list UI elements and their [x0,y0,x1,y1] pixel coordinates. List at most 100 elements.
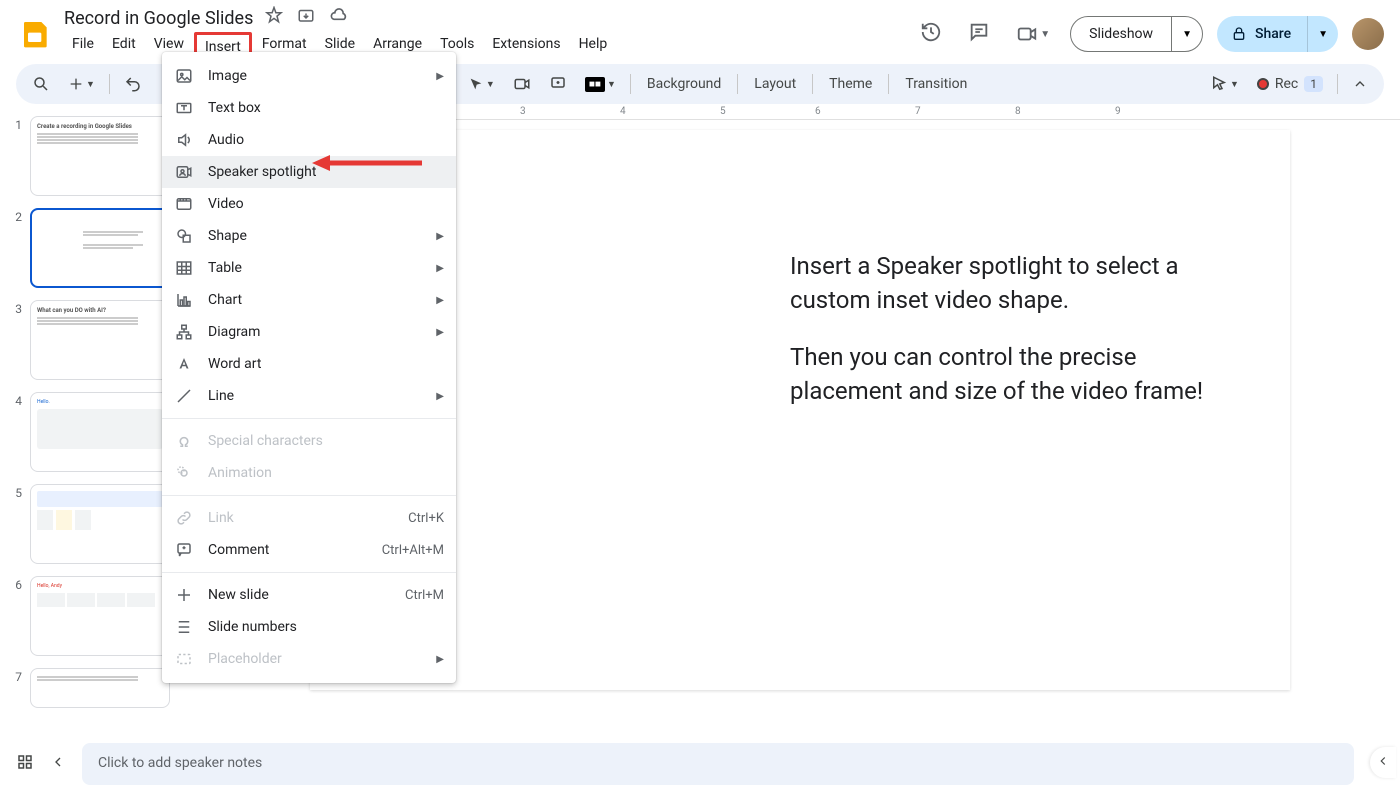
dd-diagram[interactable]: Diagram▶ [162,316,456,348]
dd-wordart[interactable]: Word art [162,348,456,380]
dd-textbox[interactable]: Text box [162,92,456,124]
specialchar-icon [174,431,194,451]
doc-title[interactable]: Record in Google Slides [64,8,253,29]
thumb-number: 6 [12,576,22,656]
textbox-icon [174,98,194,118]
transition-button[interactable]: Transition [895,70,977,98]
thumb-number: 5 [12,484,22,564]
menu-file[interactable]: File [64,32,102,62]
share-button: Share ▼ [1217,16,1338,52]
thumb-7[interactable] [30,668,170,708]
table-icon [174,258,194,278]
dd-comment[interactable]: CommentCtrl+Alt+M [162,534,456,566]
chevron-right-icon: ▶ [436,295,444,306]
background-button[interactable]: Background [637,70,731,98]
thumb-number: 2 [12,208,22,288]
menu-help[interactable]: Help [571,32,616,62]
thumb-5[interactable] [30,484,170,564]
slide-paragraph-2: Then you can control the precise placeme… [790,341,1230,408]
spotlight-icon [174,162,194,182]
thumb-number: 3 [12,300,22,380]
rec-count-badge: 1 [1304,76,1323,92]
share-main[interactable]: Share [1217,26,1307,42]
slideshow-dropdown[interactable]: ▼ [1171,17,1202,51]
dd-special-characters: Special characters [162,425,456,457]
arrow-tool[interactable]: ▼ [460,70,503,98]
thumb-number: 7 [12,668,22,708]
image-icon [174,66,194,86]
cloud-icon[interactable] [329,6,349,30]
thumb-6[interactable]: Hello, Andy [30,576,170,656]
collapse-icon[interactable] [1344,70,1376,98]
app-logo[interactable] [16,14,56,54]
chevron-right-icon: ▶ [436,263,444,274]
audio-icon [174,130,194,150]
share-dropdown[interactable]: ▼ [1307,16,1338,52]
chevron-left-icon[interactable] [50,754,66,774]
thumb-number: 4 [12,392,22,472]
menu-edit[interactable]: Edit [104,32,144,62]
new-slide-button[interactable]: ▼ [60,70,103,98]
thumb-3[interactable]: What can you DO with AI? [30,300,170,380]
dd-shape[interactable]: Shape▶ [162,220,456,252]
speaker-notes-input[interactable]: Click to add speaker notes [82,743,1354,785]
dd-image[interactable]: Image▶ [162,60,456,92]
slideshow-button: Slideshow ▼ [1070,16,1203,52]
theme-button[interactable]: Theme [819,70,882,98]
comments-icon[interactable] [962,15,996,53]
dd-video[interactable]: Video [162,188,456,220]
wordart-icon [174,354,194,374]
animation-icon [174,463,194,483]
chevron-right-icon: ▶ [436,654,444,665]
dd-placeholder: Placeholder▶ [162,643,456,675]
thumb-4[interactable]: Hello. [30,392,170,472]
slideshow-main[interactable]: Slideshow [1071,17,1171,51]
slidenum-icon [174,617,194,637]
annotation-arrow [312,153,422,173]
comment-icon [174,540,194,560]
history-icon[interactable] [914,15,948,53]
chevron-right-icon: ▶ [436,327,444,338]
thumb-2[interactable] [30,208,170,288]
move-icon[interactable] [297,6,315,30]
dd-chart[interactable]: Chart▶ [162,284,456,316]
menu-extensions[interactable]: Extensions [484,32,568,62]
dd-new-slide[interactable]: New slideCtrl+M [162,579,456,611]
thumb-number: 1 [12,116,22,196]
dd-line[interactable]: Line▶ [162,380,456,412]
insert-menu-dropdown: Image▶ Text box Audio Speaker spotlight … [162,52,456,683]
dd-link: LinkCtrl+K [162,502,456,534]
video-icon [174,194,194,214]
dd-table[interactable]: Table▶ [162,252,456,284]
fill-tool[interactable]: ■■▼ [577,71,624,98]
rec-button[interactable]: Rec 1 [1249,70,1331,98]
side-panel-toggle[interactable] [1370,747,1396,778]
slide-paragraph-1: Insert a Speaker spotlight to select a c… [790,250,1230,317]
undo-button[interactable] [116,69,150,99]
slide-text-body[interactable]: Insert a Speaker spotlight to select a c… [790,250,1230,408]
search-icon[interactable] [24,69,58,99]
diagram-icon [174,322,194,342]
camera-icon[interactable] [505,69,539,99]
comment-tool[interactable] [541,69,575,99]
share-label: Share [1255,26,1291,42]
layout-button[interactable]: Layout [744,70,806,98]
meet-icon[interactable]: ▼ [1010,17,1056,51]
line-icon [174,386,194,406]
dd-slide-numbers[interactable]: Slide numbers [162,611,456,643]
placeholder-icon [174,649,194,669]
notes-placeholder: Click to add speaker notes [98,755,262,771]
star-icon[interactable] [265,6,283,30]
rec-dot-icon [1257,78,1269,90]
grid-view-icon[interactable] [16,753,34,775]
dd-audio[interactable]: Audio [162,124,456,156]
slide-canvas[interactable]: Insert a Speaker spotlight to select a c… [310,130,1290,690]
thumb-1[interactable]: Create a recording in Google Slides [30,116,170,196]
rec-label: Rec [1275,76,1298,92]
avatar[interactable] [1352,18,1384,50]
pointer-icon[interactable]: ▼ [1202,69,1247,99]
link-icon [174,508,194,528]
chevron-right-icon: ▶ [436,231,444,242]
shape-icon [174,226,194,246]
newslide-icon [174,585,194,605]
